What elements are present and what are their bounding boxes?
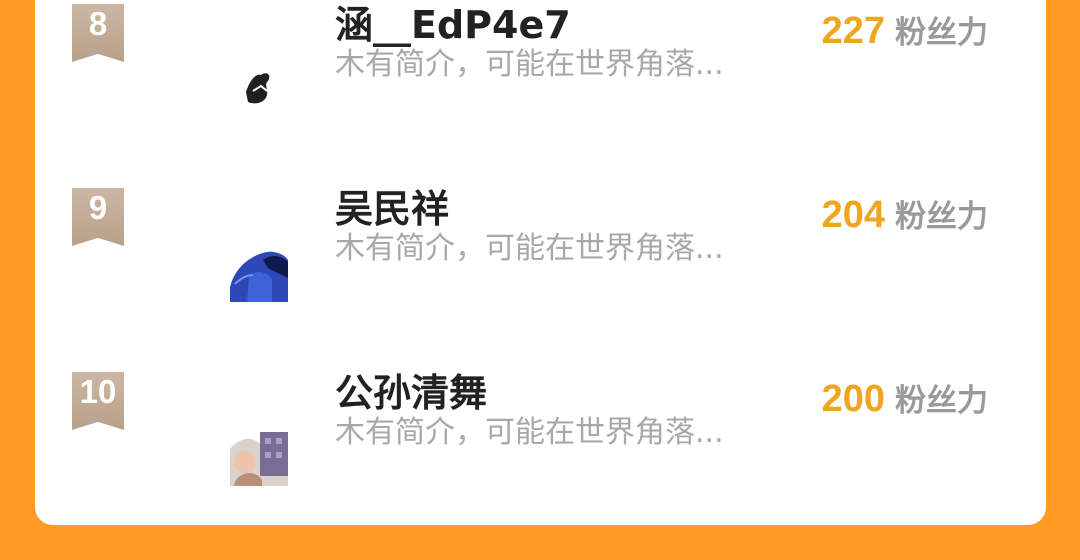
- fans-count: 200: [821, 378, 885, 420]
- fans-power: 227 粉丝力: [822, 7, 988, 53]
- rank-badge: 9: [72, 188, 124, 246]
- user-bio: 木有简介，可能在世界角落...: [335, 47, 724, 82]
- leaderboard-row[interactable]: 10 公孙清舞 木有简介，可能在世界角落... 200 粉丝力: [35, 338, 1046, 522]
- user-bio: 木有简介，可能在世界角落...: [335, 415, 724, 450]
- blue-figure-avatar-icon: [230, 244, 288, 302]
- fans-unit: 粉丝力: [895, 383, 988, 419]
- fans-count: 227: [821, 10, 885, 52]
- leaderboard-card: 8 涵__EdP4e7 木有简介，可能在世界角落... 227 粉丝力 9 吴民…: [35, 0, 1046, 525]
- outdoor-photo-avatar-icon: [230, 428, 288, 486]
- leaderboard-row[interactable]: 9 吴民祥 木有简介，可能在世界角落... 204 粉丝力: [35, 154, 1046, 338]
- fans-power: 204 粉丝力: [822, 191, 988, 237]
- fans-count: 204: [821, 194, 885, 236]
- fans-unit: 粉丝力: [895, 199, 988, 235]
- rank-badge: 10: [72, 372, 124, 430]
- fans-power: 200 粉丝力: [822, 375, 988, 421]
- leaderboard-row[interactable]: 8 涵__EdP4e7 木有简介，可能在世界角落... 227 粉丝力: [35, 0, 1046, 154]
- rank-badge: 8: [72, 4, 124, 62]
- user-bio: 木有简介，可能在世界角落...: [335, 231, 724, 266]
- user-avatar[interactable]: [230, 244, 288, 302]
- dark-figure-avatar-icon: [230, 60, 288, 118]
- fans-unit: 粉丝力: [895, 15, 988, 51]
- user-avatar[interactable]: [230, 428, 288, 486]
- user-avatar[interactable]: [230, 60, 288, 118]
